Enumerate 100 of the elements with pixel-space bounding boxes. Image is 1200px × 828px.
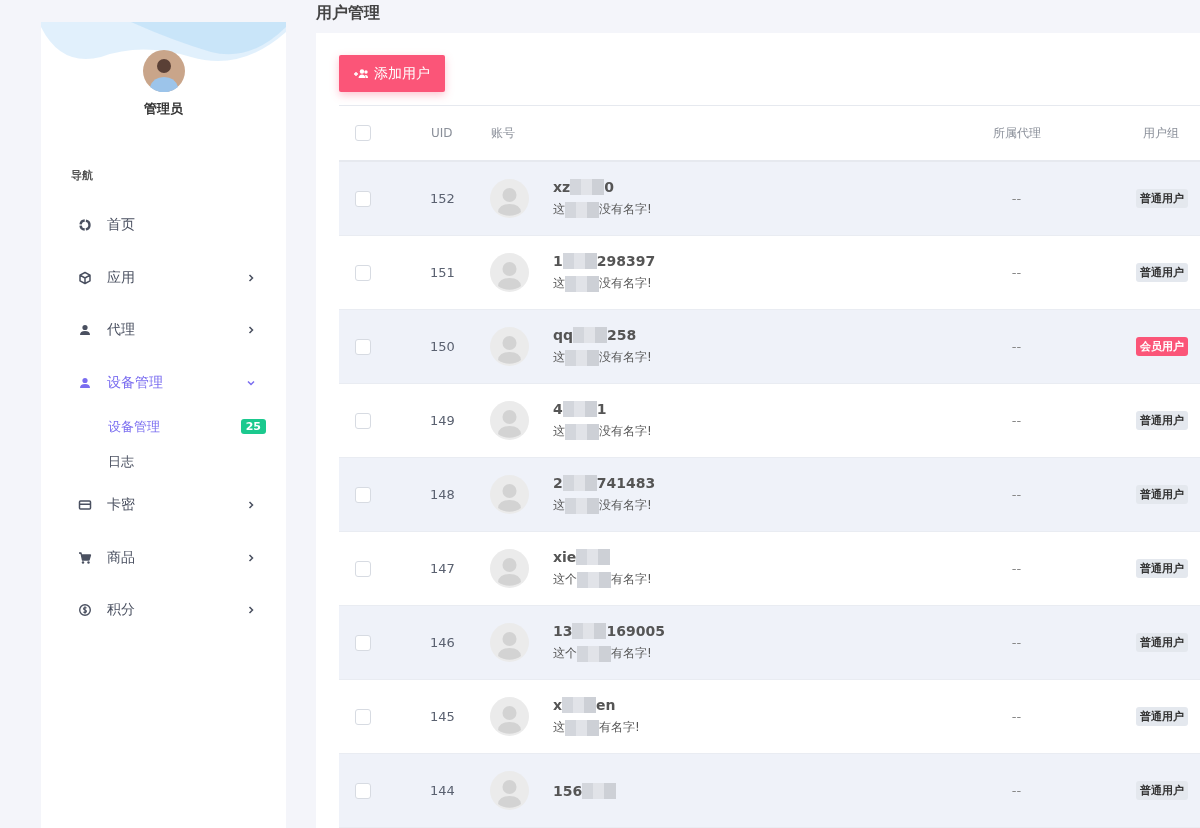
account-note: 这	[553, 423, 565, 440]
nav-heading: 导航	[71, 168, 94, 183]
column-header: 所属代理	[992, 125, 1041, 140]
avatar[interactable]	[142, 50, 185, 92]
row-checkbox[interactable]	[355, 782, 371, 799]
redaction-mask	[565, 201, 599, 218]
nav-subitem[interactable]: 日志	[41, 444, 286, 479]
redaction-mask	[562, 475, 597, 491]
nav-item[interactable]: 应用	[41, 251, 286, 304]
avatar-placeholder-icon	[490, 697, 529, 736]
account-note: 没有名字!	[599, 275, 652, 292]
uid-cell: 146	[430, 635, 455, 650]
row-checkbox[interactable]	[355, 338, 371, 355]
account-note: 这	[553, 719, 565, 736]
column-header: UID	[431, 126, 453, 140]
agent-cell: --	[1011, 487, 1022, 502]
page-title: 用户管理	[316, 3, 380, 24]
redaction-mask	[577, 571, 611, 588]
account-name: xie	[553, 549, 577, 565]
account-note: 这	[553, 349, 565, 366]
column-header: 用户组	[1143, 125, 1179, 140]
account-name: 258	[607, 327, 637, 343]
user-group-tag: 普通用户	[1135, 781, 1188, 800]
row-checkbox[interactable]	[355, 634, 371, 651]
account-note: 没有名字!	[599, 349, 652, 366]
user-group-tag: 普通用户	[1135, 485, 1188, 504]
account-name: 156	[553, 782, 583, 799]
redaction-mask	[565, 719, 599, 736]
coin-icon	[78, 603, 92, 618]
account-note: 这	[553, 201, 565, 218]
account-name: 13	[553, 623, 573, 639]
nav-subitem[interactable]: 设备管理 25	[41, 409, 286, 444]
nav-item[interactable]: 代理	[41, 304, 286, 357]
row-checkbox[interactable]	[355, 190, 371, 207]
uid-cell: 149	[430, 413, 455, 428]
redaction-mask	[562, 253, 597, 269]
account-note: 这	[553, 275, 565, 292]
account-note: 这	[553, 497, 565, 514]
redaction-mask	[562, 697, 597, 713]
redaction-mask	[565, 423, 599, 440]
column-header: 账号	[491, 125, 515, 140]
redaction-mask	[576, 549, 611, 565]
chart-icon	[78, 218, 92, 233]
account-name: 1	[596, 401, 607, 417]
uid-cell: 150	[430, 339, 455, 354]
account-name: xz	[553, 179, 571, 195]
account-note: 有名字!	[599, 719, 640, 736]
account-note: 没有名字!	[599, 201, 652, 218]
account-name: 0	[604, 179, 614, 195]
select-all-checkbox[interactable]	[355, 125, 371, 141]
account-name: 4	[553, 401, 563, 417]
agent-cell: --	[1011, 265, 1022, 280]
avatar-placeholder-icon	[490, 401, 529, 440]
row-checkbox[interactable]	[355, 708, 371, 725]
account-note: 这个	[553, 645, 577, 662]
nav-item[interactable]: 积分	[41, 584, 286, 637]
account-note: 这个	[553, 571, 577, 588]
user-group-tag: 普通用户	[1135, 559, 1188, 578]
cart-icon	[78, 550, 92, 565]
uid-cell: 151	[430, 265, 455, 280]
redaction-mask	[565, 275, 599, 292]
person-icon	[78, 323, 92, 338]
account-name: en	[596, 697, 616, 713]
redaction-mask	[565, 497, 599, 514]
agent-cell: --	[1011, 561, 1022, 576]
card-icon	[78, 498, 92, 513]
user-group-tag: 普通用户	[1135, 189, 1188, 208]
nav-item[interactable]: 首页	[41, 199, 286, 252]
agent-cell: --	[1011, 709, 1022, 724]
user-group-tag: 普通用户	[1135, 411, 1188, 430]
user-group-tag: 普通用户	[1135, 633, 1188, 652]
cube-icon	[78, 270, 92, 285]
count-badge: 25	[240, 419, 266, 434]
uid-cell: 152	[430, 191, 455, 206]
account-name: 741483	[596, 475, 656, 491]
redaction-mask	[573, 327, 608, 343]
user-group-tag: 普通用户	[1135, 263, 1188, 282]
agent-cell: --	[1011, 783, 1022, 798]
uid-cell: 148	[430, 487, 455, 502]
avatar-placeholder-icon	[490, 549, 529, 588]
redaction-mask	[572, 623, 607, 639]
agent-cell: --	[1011, 191, 1022, 206]
redaction-mask	[577, 645, 611, 662]
row-checkbox[interactable]	[355, 412, 371, 429]
account-name: 298397	[596, 253, 656, 269]
account-name: 2	[553, 475, 563, 491]
user-group-tag: 普通用户	[1135, 707, 1188, 726]
user-group-tag: 会员用户	[1135, 337, 1188, 356]
add-users-icon	[354, 67, 368, 80]
account-note: 没有名字!	[599, 497, 652, 514]
nav-item[interactable]: 设备管理	[41, 356, 286, 409]
nav-item[interactable]: 卡密	[41, 479, 286, 532]
row-checkbox[interactable]	[355, 560, 371, 577]
nav-item[interactable]: 商品	[41, 531, 286, 584]
row-checkbox[interactable]	[355, 264, 371, 281]
account-note: 没有名字!	[599, 423, 652, 440]
account-name: 1	[553, 253, 563, 269]
uid-cell: 145	[430, 709, 455, 724]
row-checkbox[interactable]	[355, 486, 371, 503]
account-name: x	[553, 697, 563, 713]
